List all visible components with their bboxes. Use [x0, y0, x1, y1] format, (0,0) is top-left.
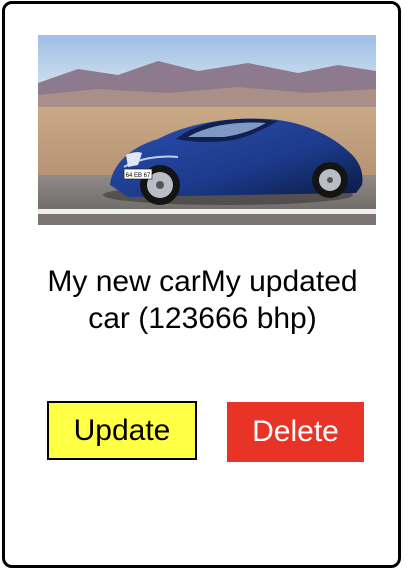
car-card: 64 EB 67 My new carMy updated car (12366… — [2, 1, 401, 568]
car-title: My new carMy updated car (123666 bhp) — [47, 265, 358, 335]
license-plate: 64 EB 67 — [126, 173, 151, 179]
car-image: 64 EB 67 — [38, 35, 376, 225]
update-button[interactable]: Update — [47, 401, 197, 460]
delete-button[interactable]: Delete — [227, 402, 364, 462]
